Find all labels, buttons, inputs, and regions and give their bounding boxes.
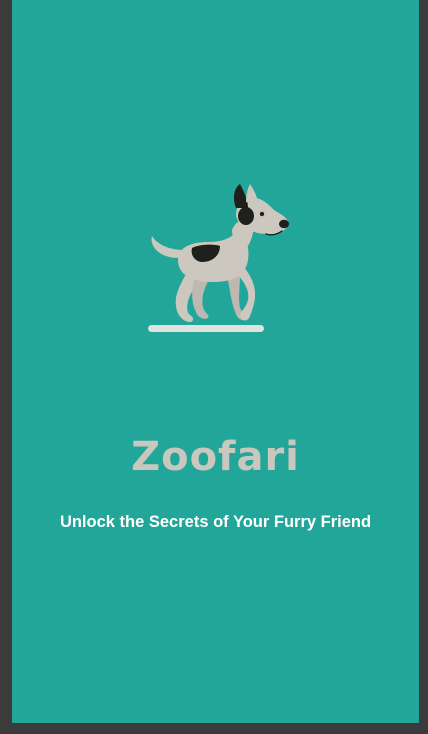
app-title: Zoofari	[131, 434, 300, 480]
splash-screen: Zoofari Unlock the Secrets of Your Furry…	[12, 0, 419, 723]
app-tagline: Unlock the Secrets of Your Furry Friend	[59, 513, 372, 531]
ground-line	[148, 325, 264, 332]
dog-icon	[148, 184, 289, 332]
device-frame: Zoofari Unlock the Secrets of Your Furry…	[0, 0, 428, 734]
